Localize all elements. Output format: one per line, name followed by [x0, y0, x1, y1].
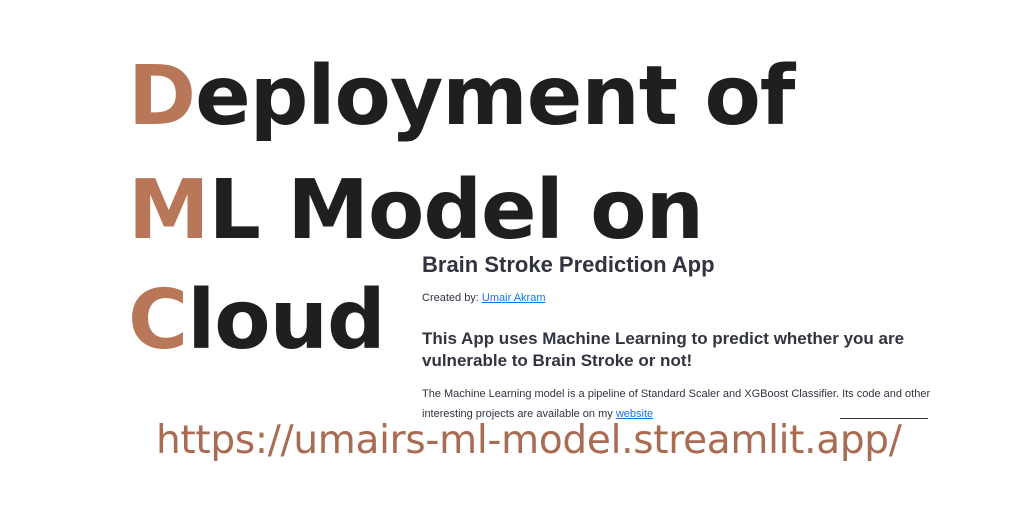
headline-text-2: L Model on	[208, 163, 704, 258]
created-by: Created by: Umair Akram	[422, 292, 545, 304]
headline-text-3: loud	[187, 273, 386, 368]
headline-line-3: Cloud	[128, 280, 386, 362]
created-by-label: Created by:	[422, 292, 482, 304]
headline-initial-m: M	[128, 163, 210, 258]
app-subtitle: This App uses Machine Learning to predic…	[422, 329, 905, 370]
app-title: Brain Stroke Prediction App	[422, 252, 715, 277]
headline-initial-d: D	[128, 49, 196, 144]
app-screenshot: Brain Stroke Prediction App Created by: …	[420, 250, 940, 430]
headline-text-1: eployment of	[195, 49, 795, 144]
headline-line-1: Deployment of	[128, 56, 795, 138]
app-url: https://umairs-ml-model.streamlit.app/	[156, 418, 902, 463]
author-link[interactable]: Umair Akram	[482, 292, 546, 304]
description-text: The Machine Learning model is a pipeline…	[422, 388, 931, 420]
headline-line-2: ML Model on	[128, 170, 704, 252]
headline-initial-c: C	[128, 273, 188, 368]
